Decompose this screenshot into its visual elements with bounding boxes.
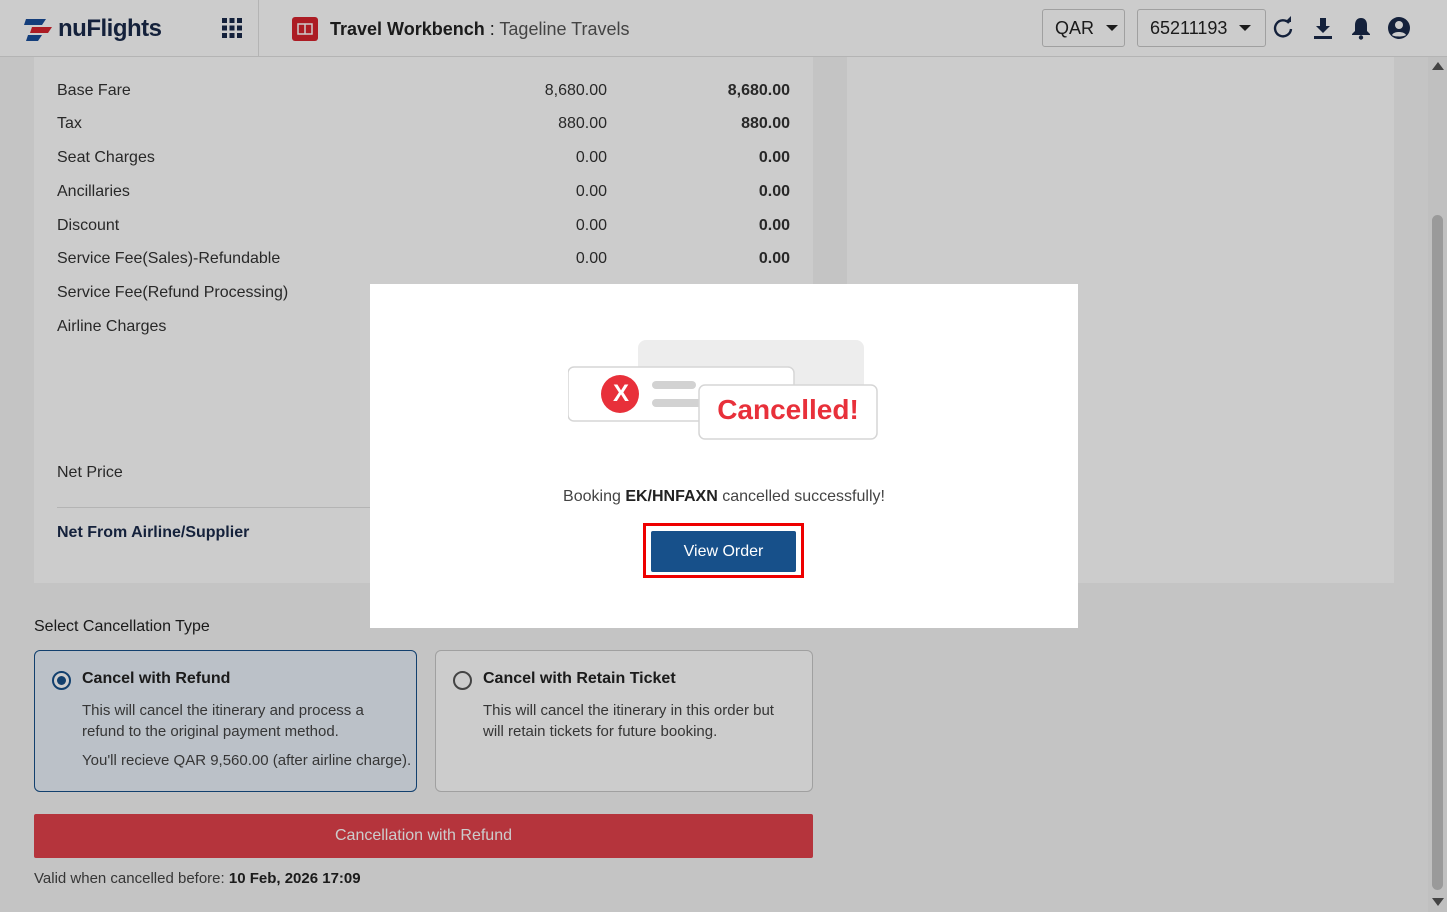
view-order-button[interactable]: View Order [651,531,796,572]
msg-suffix: cancelled successfully! [717,488,885,505]
x-mark: X [612,380,629,407]
booking-pnr: EK/HNFAXN [625,488,718,505]
cancellation-message: Booking EK/HNFAXN cancelled successfully… [370,488,1078,506]
cancelled-badge-text: Cancelled! [717,394,859,425]
msg-prefix: Booking [563,488,626,505]
cancellation-success-modal: X Cancelled! Booking EK/HNFAXN cancelled… [370,284,1078,628]
